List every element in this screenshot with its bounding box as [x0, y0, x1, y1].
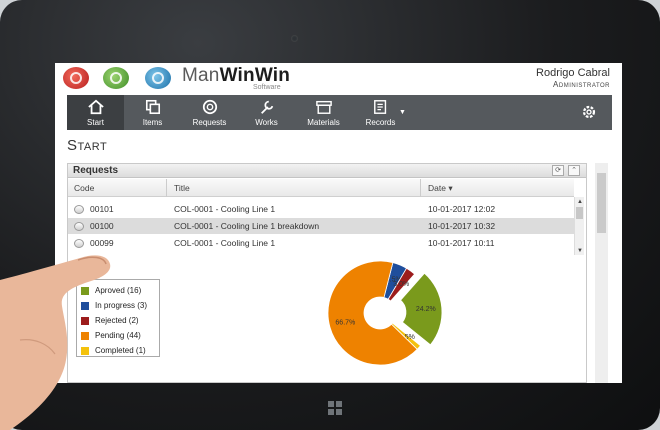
nav-label: Works	[255, 118, 278, 127]
nav-materials[interactable]: Materials	[295, 95, 352, 130]
tablet-frame: ManWinWin Software Rodrigo Cabral Admini…	[0, 0, 660, 430]
user-name[interactable]: Rodrigo Cabral	[536, 67, 610, 79]
nav-works[interactable]: Works	[238, 95, 295, 130]
page-title: Start	[67, 137, 108, 154]
windows-button-icon[interactable]	[328, 401, 342, 415]
main-navbar: Start Items Requests Works Materials Rec…	[67, 95, 612, 130]
nav-label: Requests	[192, 118, 227, 127]
column-title[interactable]: Title	[174, 183, 190, 193]
table-row[interactable]: 00100 COL-0001 - Cooling Line 1 breakdow…	[68, 218, 574, 235]
panel-header: Requests ⟳ ⌃	[68, 164, 586, 178]
logo-heart-icon	[63, 67, 89, 89]
cell-title: COL-0001 - Cooling Line 1	[174, 238, 276, 248]
scroll-up-icon[interactable]: ▲	[577, 199, 583, 205]
pointing-hand	[0, 255, 111, 430]
scroll-thumb[interactable]	[576, 207, 583, 219]
pie-percent-label: 66.7%	[335, 320, 355, 327]
cell-date: 10-01-2017 10:32	[428, 221, 496, 231]
panel-title: Requests	[73, 165, 119, 176]
page-scrollbar[interactable]	[595, 163, 608, 383]
logo-drop-icon	[145, 67, 171, 89]
status-dot-icon	[74, 205, 84, 214]
page-scroll-thumb[interactable]	[597, 173, 606, 233]
records-caret-icon[interactable]: ▼	[399, 109, 406, 116]
grid-header: Code Title Date ▾	[68, 179, 574, 197]
box-icon	[315, 100, 332, 114]
nav-items[interactable]: Items	[124, 95, 181, 130]
nav-requests[interactable]: Requests	[181, 95, 238, 130]
pie-percent-label: 3.0%	[393, 281, 409, 288]
collapse-icon[interactable]: ⌃	[568, 165, 580, 176]
gear-icon[interactable]	[580, 103, 598, 121]
cell-code: 00101	[90, 204, 114, 214]
table-row[interactable]: 00101 COL-0001 - Cooling Line 1 10-01-20…	[68, 201, 574, 218]
column-divider	[420, 179, 421, 197]
table-row[interactable]: 00099 COL-0001 - Cooling Line 1 10-01-20…	[68, 235, 574, 252]
refresh-icon[interactable]: ⟳	[552, 165, 564, 176]
grid-body: 00101 COL-0001 - Cooling Line 1 10-01-20…	[68, 201, 574, 252]
status-pie-chart[interactable]: 4.5%3.0%24.2%1.5%66.7%	[285, 253, 475, 373]
nav-start[interactable]: Start	[67, 95, 124, 130]
column-code[interactable]: Code	[74, 183, 94, 193]
cell-title: COL-0001 - Cooling Line 1 breakdown	[174, 221, 320, 231]
column-date[interactable]: Date ▾	[428, 183, 453, 194]
brand-subtitle: Software	[253, 84, 281, 91]
column-divider	[166, 179, 167, 197]
home-icon	[87, 99, 104, 115]
app-screen: ManWinWin Software Rodrigo Cabral Admini…	[55, 63, 622, 383]
user-role: Administrator	[553, 80, 610, 89]
wrench-icon	[260, 100, 273, 114]
items-icon	[145, 99, 160, 115]
cell-title: COL-0001 - Cooling Line 1	[174, 204, 276, 214]
nav-label: Items	[142, 118, 163, 127]
grid-scrollbar[interactable]: ▲ ▼	[574, 197, 584, 255]
camera-dot	[291, 35, 298, 42]
scroll-down-icon[interactable]: ▼	[577, 248, 583, 254]
cell-date: 10-01-2017 10:11	[428, 238, 495, 248]
nav-label: Records	[365, 118, 396, 127]
nav-label: Start	[87, 118, 104, 127]
app-header: ManWinWin Software Rodrigo Cabral Admini…	[55, 63, 622, 95]
records-icon	[373, 100, 386, 114]
lifebuoy-icon	[202, 99, 217, 115]
cell-date: 10-01-2017 12:02	[428, 204, 496, 214]
logo-leaf-icon	[103, 67, 129, 89]
nav-label: Materials	[307, 118, 340, 127]
pie-percent-label: 24.2%	[416, 306, 436, 313]
